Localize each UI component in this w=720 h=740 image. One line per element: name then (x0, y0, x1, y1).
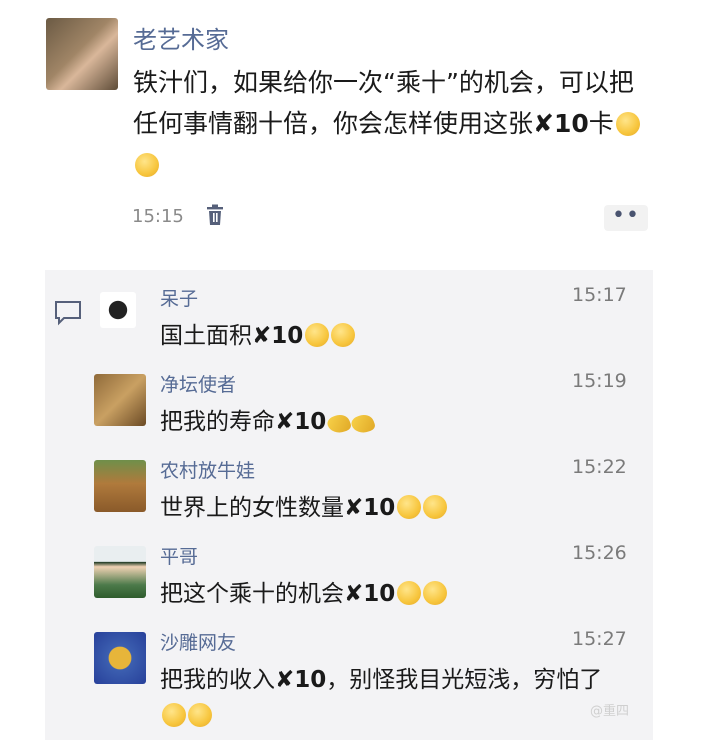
smile-emoji-icon (615, 112, 640, 136)
commenter-avatar[interactable] (94, 546, 146, 598)
commenter-name[interactable]: 沙雕网友 (160, 628, 236, 655)
commenter-avatar[interactable] (94, 632, 146, 684)
comment-item: 平哥 15:26 把这个乘十的机会✘10 (0, 542, 720, 632)
smile-emoji-icon (397, 581, 422, 605)
comment-text-main: 世界上的女性数量 (160, 495, 344, 521)
comment-text-main: 国土面积 (160, 323, 252, 349)
post-text-end: 卡 (588, 109, 614, 138)
commenter-name[interactable]: 平哥 (160, 542, 198, 569)
banana-emoji-icon (325, 411, 353, 437)
comment-time: 15:27 (572, 628, 627, 650)
comment-text: 把我的收入✘10，别怪我目光短浅，穷怕了 (160, 662, 630, 734)
comment-text-main: 把我的收入 (160, 667, 275, 693)
banana-emoji-icon (349, 411, 377, 437)
comment-text-main: 把我的寿命 (160, 409, 275, 435)
smile-emoji-icon (135, 153, 159, 177)
more-button[interactable]: •• (604, 205, 648, 231)
comment-item: 农村放牛娃 15:22 世界上的女性数量✘10 (0, 456, 720, 546)
comment-mult: ✘10 (252, 323, 304, 349)
post-text-mult: ✘10 (533, 109, 589, 138)
comment-item: 净坛使者 15:19 把我的寿命✘10 (0, 370, 720, 460)
shock-emoji-icon (162, 703, 186, 727)
watermark: @重四 (590, 704, 630, 719)
commenter-name[interactable]: 净坛使者 (160, 370, 236, 397)
post-timestamp: 15:15 (132, 206, 184, 227)
comment-text-main: 把这个乘十的机会 (160, 581, 344, 607)
comment-mult: ✘10 (344, 581, 396, 607)
comment-text: 世界上的女性数量✘10 (160, 490, 630, 526)
smile-emoji-icon (305, 323, 330, 347)
comment-time: 15:19 (572, 370, 627, 392)
commenter-avatar[interactable] (94, 460, 146, 512)
comment-text: 把这个乘十的机会✘10 (160, 576, 630, 612)
commenter-name[interactable]: 呆子 (160, 284, 198, 311)
comment-time: 15:26 (572, 542, 627, 564)
post-card: 老艺术家 铁汁们，如果给你一次“乘十”的机会，可以把任何事情翻十倍，你会怎样使用… (0, 0, 720, 270)
comment-mult: ✘10 (344, 495, 396, 521)
grin-emoji-icon (423, 495, 448, 519)
comment-text-tail: ，别怪我目光短浅，穷怕了 (326, 667, 603, 693)
commenter-avatar[interactable] (94, 374, 146, 426)
smile-emoji-icon (331, 323, 356, 347)
post-text: 铁汁们，如果给你一次“乘十”的机会，可以把任何事情翻十倍，你会怎样使用这张✘10… (133, 62, 643, 185)
comment-item: 呆子 15:17 国土面积✘10 (0, 284, 720, 374)
comment-mult: ✘10 (275, 667, 327, 693)
commenter-avatar[interactable] (100, 292, 136, 328)
shock-emoji-icon (188, 703, 212, 727)
post-author-avatar[interactable] (46, 18, 118, 90)
comment-text: 国土面积✘10 (160, 318, 630, 354)
grin-emoji-icon (397, 495, 422, 519)
comment-time: 15:22 (572, 456, 627, 478)
trash-icon[interactable] (205, 204, 225, 226)
comment-time: 15:17 (572, 284, 627, 306)
smile-emoji-icon (423, 581, 448, 605)
comment-text: 把我的寿命✘10 (160, 404, 630, 440)
comment-mult: ✘10 (275, 409, 327, 435)
commenter-name[interactable]: 农村放牛娃 (160, 456, 255, 483)
post-author-name[interactable]: 老艺术家 (133, 20, 229, 55)
